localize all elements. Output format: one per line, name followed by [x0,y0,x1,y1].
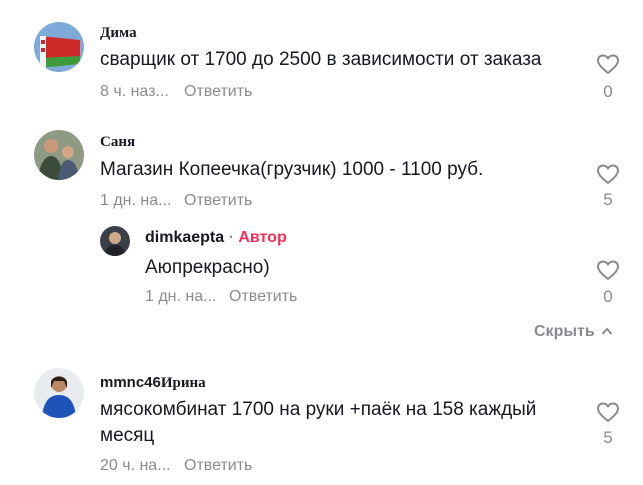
reply-username[interactable]: dimkaepta [145,229,224,246]
chevron-up-icon [601,323,613,341]
author-badge: Автор [238,229,287,246]
heart-outline-icon[interactable] [596,258,620,282]
heart-outline-icon[interactable] [596,52,620,76]
reply-button[interactable]: Ответить [184,457,252,475]
comment-timestamp: 8 ч. наз... [100,83,169,100]
avatar-mmnc46[interactable] [34,368,84,418]
comment-username-line: mmnc46Ирина [100,374,206,392]
like-count: 5 [603,190,613,209]
author-separator: · [224,229,239,246]
comment-text: сварщик от 1700 до 2500 в зависимости от… [100,49,542,70]
comment-username[interactable]: Саня [100,134,135,151]
comment-timestamp: 20 ч. на... [100,457,171,474]
reply-text: Аюпрекрасно) [145,257,270,278]
comment-text-line1: мясокомбинат 1700 на руки +паёк на 158 к… [100,399,537,420]
reply-button[interactable]: Ответить [229,288,297,306]
comment-text-line2: месяц [100,425,155,446]
reply-timestamp: 1 дн. на... [145,288,217,305]
reply-username-line: dimkaepta · Автор [145,229,287,247]
comment-text: Магазин Копеечка(грузчик) 1000 - 1100 ру… [100,159,484,180]
hide-replies-label: Скрыть [534,323,595,340]
like-count: 5 [603,428,613,447]
comment-username[interactable]: mmnc46 [100,374,161,391]
heart-outline-icon[interactable] [596,162,620,186]
comment-username-suffix: Ирина [160,375,206,391]
reply-button[interactable]: Ответить [184,192,252,210]
avatar-dimkaepta[interactable] [100,226,130,256]
avatar-sanya[interactable] [34,130,84,180]
hide-replies-button[interactable]: Скрыть [534,323,613,341]
comment-timestamp: 1 дн. на... [100,192,172,209]
comment-username[interactable]: Дима [100,25,137,42]
avatar-dima[interactable] [34,22,84,72]
reply-button[interactable]: Ответить [184,83,252,101]
like-count: 0 [603,82,613,101]
heart-outline-icon[interactable] [596,400,620,424]
like-count: 0 [603,287,613,306]
